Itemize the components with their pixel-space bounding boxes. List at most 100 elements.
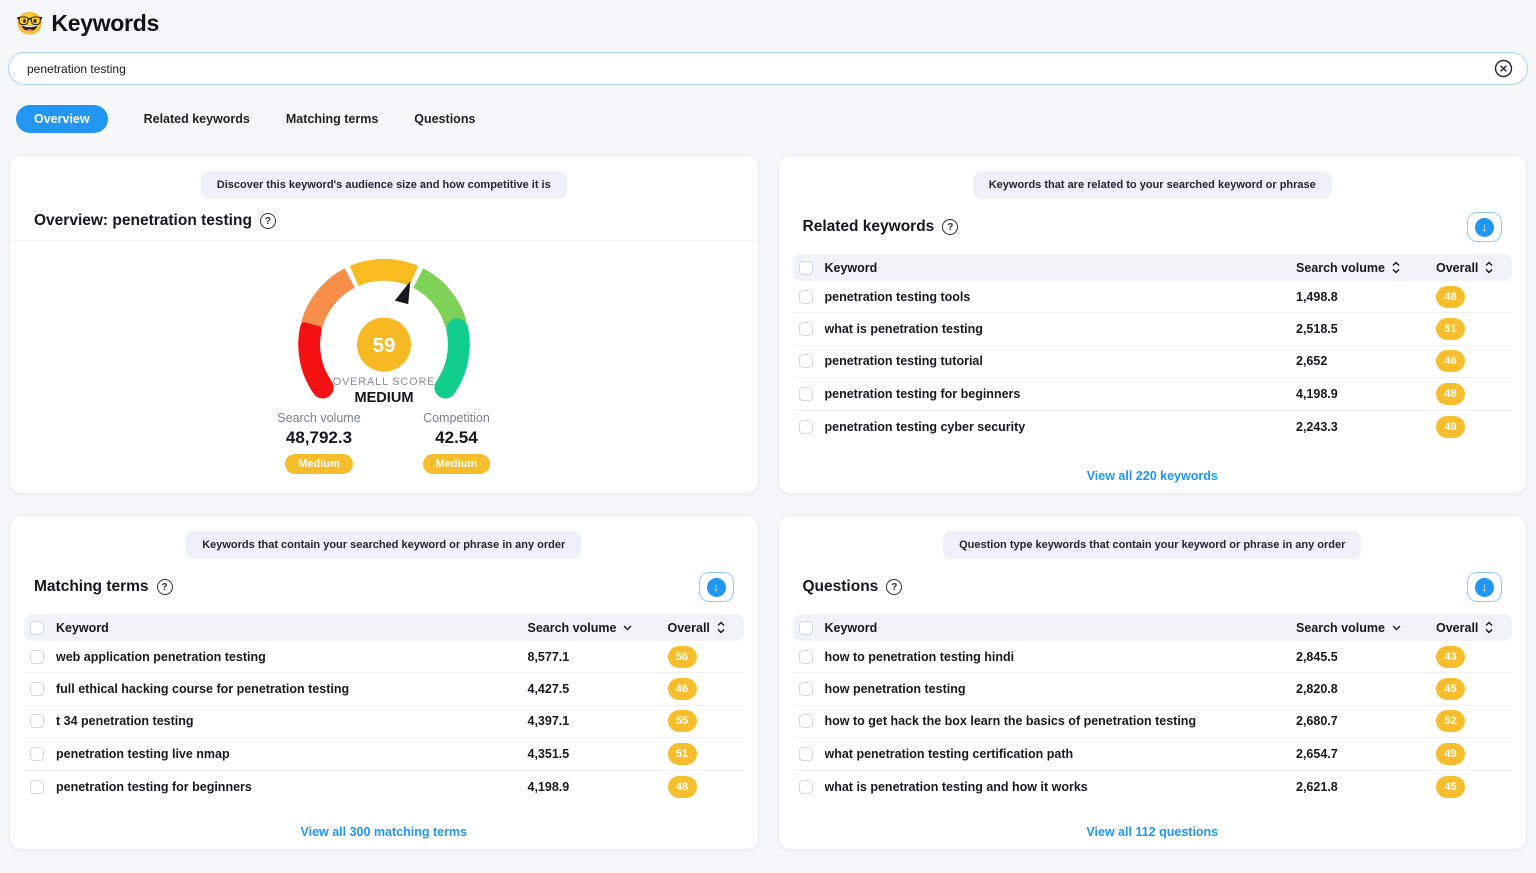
keyword-cell: penetration testing live nmap [56,747,528,761]
table-row[interactable]: how penetration testing2,820.845 [793,673,1513,705]
metric-label: Search volume [277,411,360,425]
row-checkbox[interactable] [799,747,813,761]
download-button[interactable]: ↓ [1467,212,1502,242]
volume-cell: 2,820.8 [1296,682,1436,696]
view-all-matching-terms-link[interactable]: View all 300 matching terms [10,812,758,849]
overall-score-badge: 49 [1436,416,1465,438]
column-header-keyword[interactable]: Keyword [825,261,1297,275]
help-icon[interactable]: ? [886,579,902,595]
row-checkbox[interactable] [799,387,813,401]
keyword-cell: how to get hack the box learn the basics… [825,714,1297,728]
table-row[interactable]: what is penetration testing and how it w… [793,771,1513,803]
download-button[interactable]: ↓ [1467,572,1502,602]
column-header-keyword[interactable]: Keyword [56,621,528,635]
table-row[interactable]: penetration testing for beginners4,198.9… [24,771,744,803]
row-checkbox[interactable] [30,714,44,728]
help-icon[interactable]: ? [260,213,276,229]
overall-score-badge: 45 [1436,776,1465,798]
download-icon: ↓ [1475,578,1494,597]
row-checkbox[interactable] [799,682,813,696]
metric-badge: Medium [423,454,491,474]
help-icon[interactable]: ? [942,219,958,235]
select-all-checkbox[interactable] [30,621,44,635]
table-row[interactable]: what is penetration testing2,518.551 [793,313,1513,345]
tab-overview[interactable]: Overview [16,105,108,133]
tab-questions[interactable]: Questions [414,105,475,133]
tab-bar: Overview Related keywords Matching terms… [16,105,1520,133]
table-row[interactable]: penetration testing cyber security2,243.… [793,411,1513,443]
sort-both-icon[interactable] [717,621,725,634]
row-checkbox[interactable] [799,650,813,664]
column-header-overall[interactable]: Overall [1436,621,1478,635]
table-row[interactable]: how to get hack the box learn the basics… [793,706,1513,738]
overall-score-badge: 52 [1436,710,1465,732]
view-all-questions-link[interactable]: View all 112 questions [779,812,1527,849]
gauge-segment-lightgreen [418,278,456,324]
select-all-checkbox[interactable] [799,621,813,635]
table-row[interactable]: penetration testing live nmap4,351.551 [24,738,744,770]
sort-both-icon[interactable] [1392,261,1400,274]
volume-cell: 2,652 [1296,354,1436,368]
column-header-overall[interactable]: Overall [1436,261,1478,275]
volume-cell: 8,577.1 [528,650,668,664]
column-header-keyword[interactable]: Keyword [825,621,1297,635]
overall-score-badge: 43 [1436,646,1465,668]
row-checkbox[interactable] [799,322,813,336]
overview-card-title: Overview: penetration testing [34,212,252,230]
keyword-search-input[interactable] [8,52,1528,85]
row-checkbox[interactable] [30,682,44,696]
sort-desc-icon[interactable] [623,625,632,631]
table-row[interactable]: how to penetration testing hindi2,845.54… [793,641,1513,673]
overall-score-badge: 51 [1436,318,1465,340]
keyword-cell: web application penetration testing [56,650,528,664]
row-checkbox[interactable] [799,354,813,368]
view-all-keywords-link[interactable]: View all 220 keywords [779,456,1527,493]
tab-related-keywords[interactable]: Related keywords [144,105,250,133]
select-all-checkbox[interactable] [799,261,813,275]
questions-card: Question type keywords that contain your… [778,515,1528,850]
row-checkbox[interactable] [30,747,44,761]
gauge-score-value: 59 [372,334,395,357]
download-button[interactable]: ↓ [699,572,734,602]
overall-score-badge: 48 [668,776,697,798]
keyword-cell: how to penetration testing hindi [825,650,1297,664]
search-input[interactable] [27,62,1494,76]
gauge-segment-red [309,329,323,387]
row-checkbox[interactable] [30,780,44,794]
page-title: Keywords [51,10,159,37]
sort-both-icon[interactable] [1485,621,1493,634]
questions-table: Keyword Search volume Overall how to pen… [779,612,1527,803]
table-row[interactable]: penetration testing tutorial2,65246 [793,346,1513,378]
questions-card-title: Questions [803,578,879,596]
overall-score-badge: 48 [1436,383,1465,405]
table-row[interactable]: full ethical hacking course for penetrat… [24,673,744,705]
keyword-cell: what penetration testing certification p… [825,747,1297,761]
column-header-search-volume[interactable]: Search volume [1296,621,1385,635]
overall-score-badge: 51 [668,743,697,765]
table-row[interactable]: t 34 penetration testing4,397.155 [24,706,744,738]
help-icon[interactable]: ? [157,579,173,595]
table-row[interactable]: what penetration testing certification p… [793,738,1513,770]
volume-cell: 2,845.5 [1296,650,1436,664]
overall-score-gauge: 59 OVERALL SCORE MEDIUM Search volume 48… [10,241,758,474]
sort-desc-icon[interactable] [1392,625,1401,631]
row-checkbox[interactable] [799,420,813,434]
row-checkbox[interactable] [799,780,813,794]
gauge-segment-amber [354,270,414,276]
column-header-search-volume[interactable]: Search volume [528,621,617,635]
row-checkbox[interactable] [799,714,813,728]
table-row[interactable]: penetration testing for beginners4,198.9… [793,378,1513,410]
column-header-search-volume[interactable]: Search volume [1296,261,1385,275]
table-row[interactable]: web application penetration testing8,577… [24,641,744,673]
clear-search-icon[interactable] [1494,59,1513,78]
metric-competition: Competition 42.54 Medium [423,411,491,474]
overall-score-badge: 46 [668,678,697,700]
sort-both-icon[interactable] [1485,261,1493,274]
column-header-overall[interactable]: Overall [668,621,710,635]
keyword-cell: penetration testing tools [825,290,1297,304]
row-checkbox[interactable] [799,290,813,304]
table-row[interactable]: penetration testing tools1,498.848 [793,281,1513,313]
download-icon: ↓ [1475,218,1494,237]
tab-matching-terms[interactable]: Matching terms [286,105,378,133]
row-checkbox[interactable] [30,650,44,664]
